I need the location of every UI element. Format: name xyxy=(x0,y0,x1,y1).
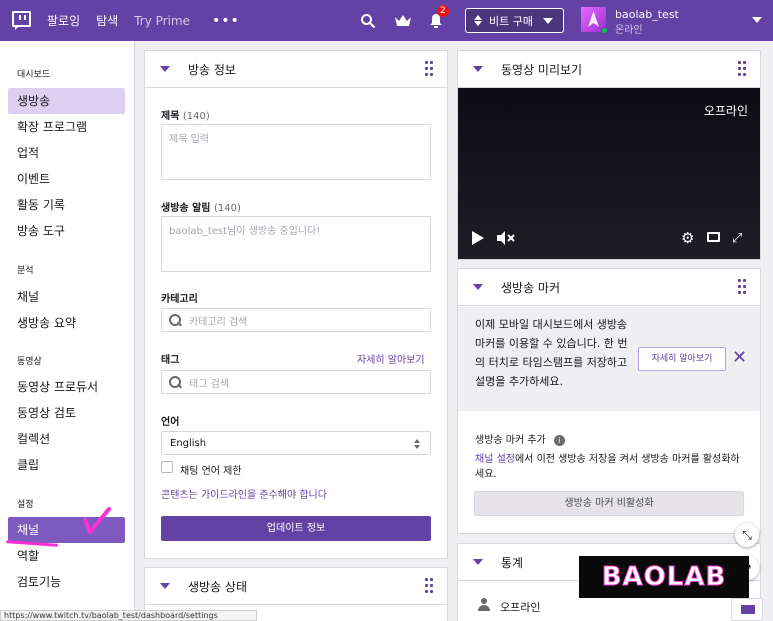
channel-settings-link[interactable]: 채널 설정 xyxy=(475,454,515,465)
notification-count-badge: 2 xyxy=(437,5,449,17)
get-bits-label: 비트 구매 xyxy=(489,14,533,28)
crown-icon[interactable] xyxy=(392,0,414,41)
fullscreen-icon[interactable]: ⤢ xyxy=(732,231,742,246)
panel-title: 방송 정보 xyxy=(188,62,236,77)
chat-language-checkbox[interactable] xyxy=(161,461,173,473)
category-search-input[interactable]: 카테고리 검색 xyxy=(161,308,431,332)
get-bits-button[interactable]: 비트 구매 xyxy=(465,8,564,33)
sidebar-item-activity-feed[interactable]: 활동 기록 xyxy=(8,192,125,218)
play-icon[interactable] xyxy=(472,231,484,245)
drag-handle-icon[interactable] xyxy=(425,578,433,594)
tags-search-input[interactable]: 태그 검색 xyxy=(161,370,431,394)
stream-status-header[interactable]: 생방송 상태 xyxy=(145,568,447,605)
sidebar-item-extensions[interactable]: 확장 프로그램 xyxy=(8,114,125,140)
notification-field-label: 생방송 알림 (140) xyxy=(161,203,241,214)
offline-label: 오프라인 xyxy=(703,104,748,118)
more-menu-icon[interactable]: ••• xyxy=(212,13,240,29)
tags-field-label: 태그 xyxy=(161,355,180,366)
markers-help-text: 채널 설정에서 이전 생방송 저장을 켜서 생방송 마커를 활성화하세요. xyxy=(475,454,740,480)
annotation-check-mark-icon xyxy=(83,507,111,534)
nav-browse[interactable]: 탐색 xyxy=(96,12,118,29)
panel-title: 동영상 미리보기 xyxy=(501,62,583,77)
add-marker-label: 생방송 마커 추가 i xyxy=(475,431,565,446)
update-info-button[interactable]: 업데이트 정보 xyxy=(161,516,431,541)
sidebar-heading-settings: 설정 xyxy=(17,500,34,510)
info-icon[interactable]: i xyxy=(553,434,565,446)
panel-title: 생방송 상태 xyxy=(188,579,248,594)
drag-handle-icon[interactable] xyxy=(738,279,746,295)
sidebar-item-live[interactable]: 생방송 xyxy=(8,88,125,114)
search-icon[interactable] xyxy=(358,0,378,41)
sidebar-item-collections[interactable]: 컬렉션 xyxy=(8,426,125,452)
markers-learn-more-button[interactable]: 자세히 알아보기 xyxy=(638,347,726,371)
tags-learn-more-link[interactable]: 자세히 알아보기 xyxy=(357,351,425,366)
sidebar-item-video-review[interactable]: 동영상 검토 xyxy=(8,400,125,426)
stats-status-text: 오프라인 xyxy=(500,601,541,614)
online-status-dot xyxy=(601,27,608,34)
avatar[interactable] xyxy=(581,7,608,34)
expand-arrows-icon[interactable]: ⤡ xyxy=(735,523,759,547)
language-field-label: 언어 xyxy=(161,417,180,428)
chat-icon[interactable] xyxy=(731,598,763,621)
panel-title: 통계 xyxy=(501,555,524,570)
sidebar-item-broadcast-tools[interactable]: 방송 도구 xyxy=(8,218,125,244)
guidelines-link[interactable]: 콘텐츠는 가이드라인을 준수해야 합니다 xyxy=(161,486,327,501)
drag-handle-icon[interactable] xyxy=(425,61,433,77)
user-menu-chevron-icon[interactable] xyxy=(752,17,762,23)
chat-language-label: 채팅 언어 제한 xyxy=(180,466,242,477)
sidebar-item-roles[interactable]: 역할 xyxy=(8,543,125,569)
cast-icon[interactable] xyxy=(707,232,720,242)
sidebar-item-clips[interactable]: 클립 xyxy=(8,452,125,478)
category-placeholder: 카테고리 검색 xyxy=(189,316,248,328)
close-icon[interactable]: ✕ xyxy=(732,347,747,368)
baolab-watermark-logo: BAOLAB xyxy=(579,556,749,598)
twitch-logo-icon[interactable] xyxy=(11,10,33,32)
tags-placeholder: 태그 검색 xyxy=(189,378,229,390)
nav-following[interactable]: 팔로잉 xyxy=(47,12,80,29)
viewer-person-icon xyxy=(478,598,490,612)
category-field-label: 카테고리 xyxy=(161,294,198,305)
go-live-notification-input[interactable]: baolab_test님이 생방송 중입니다! xyxy=(161,216,431,272)
collapse-triangle-icon[interactable] xyxy=(473,284,483,290)
settings-gear-icon[interactable]: ⚙ xyxy=(681,229,694,247)
drag-handle-icon[interactable] xyxy=(738,61,746,77)
user-status: 온라인 xyxy=(615,25,643,36)
collapse-triangle-icon[interactable] xyxy=(160,66,170,72)
search-icon xyxy=(169,314,181,326)
markers-announcement-banner: 이제 모바일 대시보드에서 생방송 마커를 이용할 수 있습니다. 한 번의 터… xyxy=(458,307,760,411)
language-value: English xyxy=(170,437,207,449)
markers-disabled-button: 생방송 마커 비활성화 xyxy=(474,491,744,516)
bits-gem-icon xyxy=(473,14,483,27)
browser-status-url: https://www.twitch.tv/baolab_test/dashbo… xyxy=(0,610,257,621)
sidebar-heading-dashboard: 대시보드 xyxy=(17,70,51,80)
video-player[interactable]: 오프라인 ⚙ ⤢ xyxy=(458,88,760,259)
mute-icon[interactable] xyxy=(496,230,516,246)
collapse-triangle-icon[interactable] xyxy=(473,66,483,72)
sidebar-item-channel-analytics[interactable]: 채널 xyxy=(8,284,125,310)
panel-title: 생방송 마커 xyxy=(501,280,561,295)
sidebar-item-achievements[interactable]: 업적 xyxy=(8,140,125,166)
language-select[interactable]: English xyxy=(161,431,431,455)
sidebar-item-stream-summary[interactable]: 생방송 요약 xyxy=(8,310,125,336)
select-arrows-icon xyxy=(414,439,420,449)
sidebar-item-video-producer[interactable]: 동영상 프로듀서 xyxy=(8,374,125,400)
title-input[interactable]: 제목 입력 xyxy=(161,124,431,180)
video-preview-header[interactable]: 동영상 미리보기 xyxy=(458,51,760,88)
search-icon xyxy=(169,376,181,388)
markers-banner-text: 이제 모바일 대시보드에서 생방송 마커를 이용할 수 있습니다. 한 번의 터… xyxy=(475,318,628,388)
sidebar-item-moderation[interactable]: 검토기능 xyxy=(8,569,125,595)
collapse-triangle-icon[interactable] xyxy=(160,583,170,589)
sidebar-heading-analytics: 분석 xyxy=(17,266,34,276)
user-name[interactable]: baolab_test xyxy=(615,8,679,21)
nav-try-prime[interactable]: Try Prime xyxy=(134,14,190,28)
stream-markers-header[interactable]: 생방송 마커 xyxy=(458,269,760,306)
sidebar-item-events[interactable]: 이벤트 xyxy=(8,166,125,192)
sidebar-heading-videos: 동영상 xyxy=(17,357,42,367)
stream-info-header[interactable]: 방송 정보 xyxy=(145,51,447,88)
title-field-label: 제목 (140) xyxy=(161,111,210,122)
chevron-down-icon xyxy=(542,17,553,24)
collapse-triangle-icon[interactable] xyxy=(473,559,483,565)
